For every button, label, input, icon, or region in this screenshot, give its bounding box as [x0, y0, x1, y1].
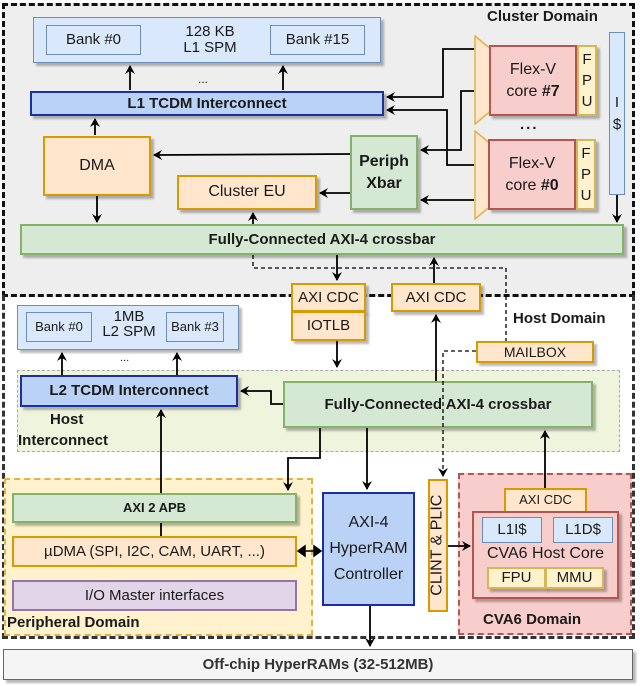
- wire-core7-to-l1ic: [386, 48, 474, 102]
- connection-wires: [57, 48, 622, 647]
- wire-xbar-to-dma: [153, 149, 351, 160]
- soc-architecture-diagram: Cluster Domain Host Domain Host Intercon…: [0, 0, 640, 686]
- wire-host-xbar-to-apb: [283, 428, 321, 491]
- dashed-crossbar-to-mailbox: [252, 255, 507, 341]
- dashed-mailbox-to-clint: [438, 350, 476, 477]
- udma-hyperram-bidir: [296, 544, 323, 558]
- wire-host-xbar-to-l2ic: [240, 386, 283, 405]
